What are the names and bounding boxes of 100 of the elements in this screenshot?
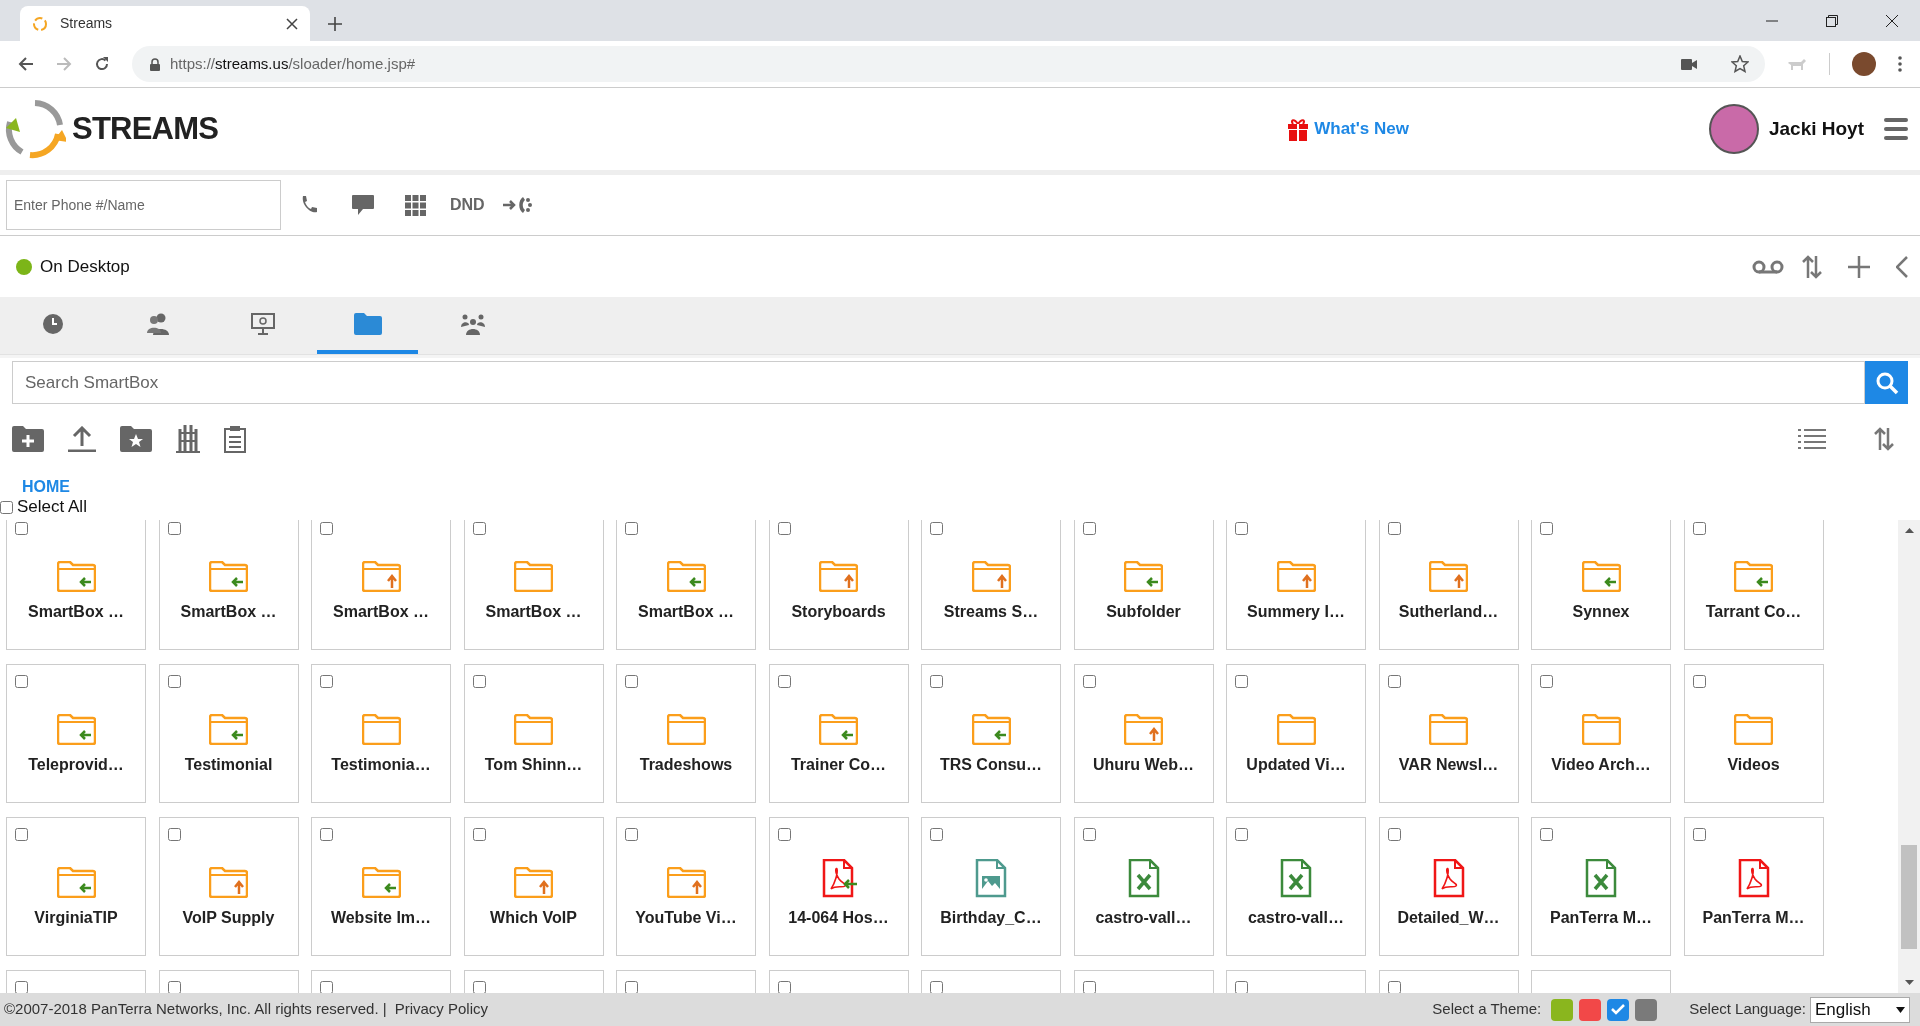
item-checkbox[interactable]: [1692, 522, 1706, 535]
item-checkbox[interactable]: [1387, 828, 1401, 841]
breadcrumb-link[interactable]: HOME: [22, 477, 70, 497]
item-checkbox[interactable]: [320, 828, 333, 841]
file-card[interactable]: Synnex: [1531, 520, 1671, 650]
upload-icon[interactable]: [68, 426, 96, 452]
file-card[interactable]: SmartBox …: [616, 520, 756, 650]
user-avatar[interactable]: [1708, 104, 1759, 154]
item-checkbox[interactable]: [1692, 675, 1706, 688]
keypad-icon[interactable]: [405, 194, 426, 216]
item-checkbox[interactable]: [1235, 675, 1248, 688]
reload-icon[interactable]: [94, 56, 110, 72]
file-card[interactable]: Uhuru Web…: [1073, 664, 1214, 803]
item-checkbox[interactable]: [777, 675, 791, 688]
item-checkbox[interactable]: [1235, 981, 1248, 993]
file-card[interactable]: Summery I…: [1226, 520, 1366, 650]
file-card[interactable]: Storyboards: [768, 520, 909, 650]
file-card[interactable]: SmartBox …: [311, 520, 451, 650]
item-checkbox[interactable]: [167, 675, 181, 688]
item-checkbox[interactable]: [472, 522, 486, 535]
item-checkbox[interactable]: [320, 522, 333, 535]
item-checkbox[interactable]: [320, 981, 333, 993]
theme-swatch[interactable]: [1551, 998, 1574, 1021]
file-card[interactable]: SmartBox …: [463, 520, 604, 650]
sort-icon[interactable]: [1802, 254, 1822, 279]
star-icon[interactable]: [1731, 55, 1749, 73]
voicemail-icon[interactable]: [1752, 259, 1784, 274]
file-card[interactable]: Subfolder: [1073, 520, 1214, 650]
chat-icon[interactable]: [351, 194, 375, 216]
phone-input-field[interactable]: Enter Phone #/Name: [6, 180, 281, 230]
file-card[interactable]: Updated Vi…: [1226, 664, 1366, 803]
item-checkbox[interactable]: [167, 981, 181, 993]
theme-swatch[interactable]: [1579, 998, 1602, 1021]
item-checkbox[interactable]: [1692, 828, 1706, 841]
file-card[interactable]: Birthday_C…: [921, 817, 1061, 956]
item-checkbox[interactable]: [930, 828, 943, 841]
item-checkbox[interactable]: [1082, 675, 1096, 688]
building-icon[interactable]: [176, 425, 200, 453]
item-checkbox[interactable]: [930, 981, 943, 993]
list-view-icon[interactable]: [1798, 429, 1826, 449]
file-card[interactable]: Trainer Co…: [768, 664, 909, 803]
item-checkbox[interactable]: [167, 522, 181, 535]
file-card[interactable]: VirginiaTIP: [6, 817, 146, 956]
back-icon[interactable]: [18, 56, 34, 72]
search-button[interactable]: [1865, 361, 1908, 404]
file-card[interactable]: SmartBox …: [158, 520, 299, 650]
item-checkbox[interactable]: [777, 522, 791, 535]
status-text[interactable]: On Desktop: [40, 253, 130, 280]
menu-icon[interactable]: [1884, 118, 1908, 140]
item-checkbox[interactable]: [1082, 522, 1096, 535]
item-checkbox[interactable]: [930, 675, 943, 688]
file-card[interactable]: SmartBox …: [6, 520, 146, 650]
scrollbar-thumb[interactable]: [1901, 845, 1917, 949]
select-all-checkbox[interactable]: [0, 500, 13, 514]
language-select[interactable]: English: [1810, 996, 1910, 1023]
item-checkbox[interactable]: [1387, 981, 1401, 993]
item-checkbox[interactable]: [625, 675, 638, 688]
item-checkbox[interactable]: [1082, 828, 1096, 841]
file-card[interactable]: VAR Newsl…: [1378, 664, 1519, 803]
new-tab-icon[interactable]: [328, 17, 342, 31]
item-checkbox[interactable]: [15, 981, 28, 993]
item-checkbox[interactable]: [1082, 981, 1096, 993]
file-card[interactable]: Videos: [1683, 664, 1824, 803]
item-checkbox[interactable]: [472, 828, 486, 841]
item-checkbox[interactable]: [777, 828, 791, 841]
dnd-button[interactable]: DND: [450, 193, 485, 217]
file-card[interactable]: Testimonial: [158, 664, 299, 803]
item-checkbox[interactable]: [625, 828, 638, 841]
select-all-label[interactable]: Select All: [17, 497, 87, 517]
new-folder-icon[interactable]: [12, 426, 44, 452]
item-checkbox[interactable]: [472, 981, 486, 993]
theme-swatch[interactable]: [1607, 998, 1630, 1021]
file-card[interactable]: PanTerra M…: [1531, 817, 1671, 956]
file-card[interactable]: Video Arch…: [1531, 664, 1671, 803]
item-checkbox[interactable]: [1540, 828, 1553, 841]
item-checkbox[interactable]: [15, 828, 28, 841]
address-bar[interactable]: https://streams.us/sloader/home.jsp#: [132, 46, 1765, 82]
file-card[interactable]: castro-vall…: [1073, 817, 1214, 956]
close-icon[interactable]: [286, 17, 298, 30]
item-checkbox[interactable]: [1540, 675, 1553, 688]
file-card[interactable]: Tradeshows: [616, 664, 756, 803]
file-card[interactable]: TRS Consu…: [921, 664, 1061, 803]
file-card[interactable]: Website Im…: [311, 817, 451, 956]
user-name[interactable]: Jacki Hoyt: [1768, 114, 1864, 144]
search-field[interactable]: Search SmartBox: [12, 361, 1865, 404]
item-checkbox[interactable]: [1540, 522, 1553, 535]
clipboard-icon[interactable]: [224, 425, 246, 453]
file-card[interactable]: Tom Shinn…: [463, 664, 604, 803]
restore-icon[interactable]: [1826, 14, 1838, 27]
profile-avatar[interactable]: [1852, 52, 1876, 76]
add-icon[interactable]: [1848, 255, 1870, 278]
item-checkbox[interactable]: [167, 828, 181, 841]
item-checkbox[interactable]: [1387, 522, 1401, 535]
item-checkbox[interactable]: [1387, 675, 1401, 688]
favorite-folder-icon[interactable]: [120, 426, 152, 452]
file-card[interactable]: Detailed_W…: [1378, 817, 1519, 956]
item-checkbox[interactable]: [930, 522, 943, 535]
item-checkbox[interactable]: [472, 675, 486, 688]
close-icon[interactable]: [1886, 14, 1898, 27]
item-checkbox[interactable]: [15, 522, 28, 535]
